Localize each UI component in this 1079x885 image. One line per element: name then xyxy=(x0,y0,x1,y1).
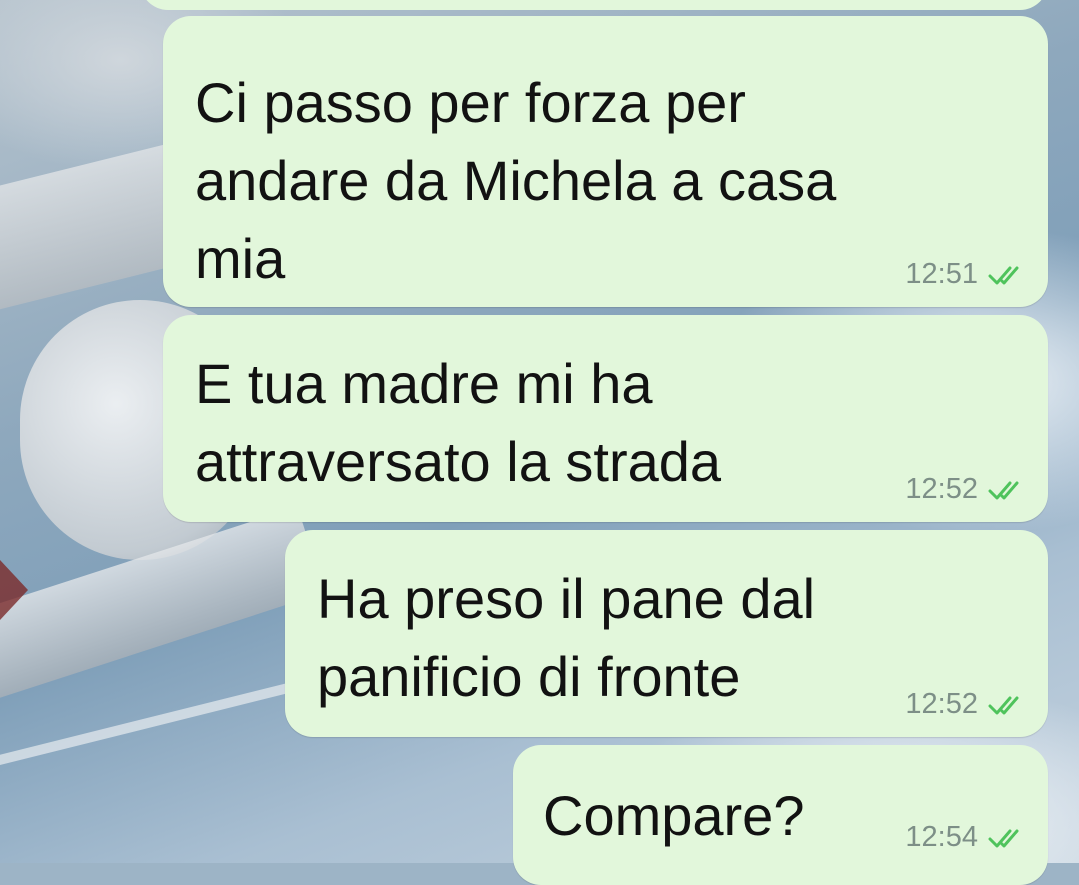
message-line: Ha preso il pane dal xyxy=(317,567,816,630)
double-check-icon xyxy=(988,829,1019,847)
message-timestamp: 12:52 xyxy=(905,473,978,505)
message-list[interactable]: Ci passo per forza per andare da Michela… xyxy=(0,0,1079,885)
message-line: Ci passo per forza per xyxy=(195,71,746,134)
message-meta: 12:52 xyxy=(905,473,1028,506)
double-check-icon xyxy=(988,696,1019,714)
message-line: Compare? xyxy=(543,784,805,847)
message-bubble-outgoing[interactable]: E tua madre mi ha attraversato la strada… xyxy=(163,315,1048,522)
message-timestamp: 12:52 xyxy=(905,688,978,720)
message-meta: 12:54 xyxy=(905,821,1028,854)
message-timestamp: 12:51 xyxy=(905,258,978,290)
message-line: panificio di fronte xyxy=(317,645,741,708)
message-line: mia xyxy=(195,227,286,290)
message-meta: 12:52 xyxy=(905,688,1028,721)
message-line: E tua madre mi ha xyxy=(195,352,653,415)
double-check-icon xyxy=(988,481,1019,499)
double-check-icon xyxy=(988,266,1019,284)
message-bubble-outgoing[interactable]: Compare? 12:54 xyxy=(513,745,1048,885)
previous-message-bubble-edge[interactable] xyxy=(140,0,1048,10)
message-line: andare da Michela a casa xyxy=(195,149,837,212)
message-line: attraversato la strada xyxy=(195,430,722,493)
message-bubble-outgoing[interactable]: Ha preso il pane dal panificio di fronte… xyxy=(285,530,1048,737)
message-bubble-outgoing[interactable]: Ci passo per forza per andare da Michela… xyxy=(163,16,1048,307)
message-meta: 12:51 xyxy=(905,258,1028,291)
message-timestamp: 12:54 xyxy=(905,821,978,853)
